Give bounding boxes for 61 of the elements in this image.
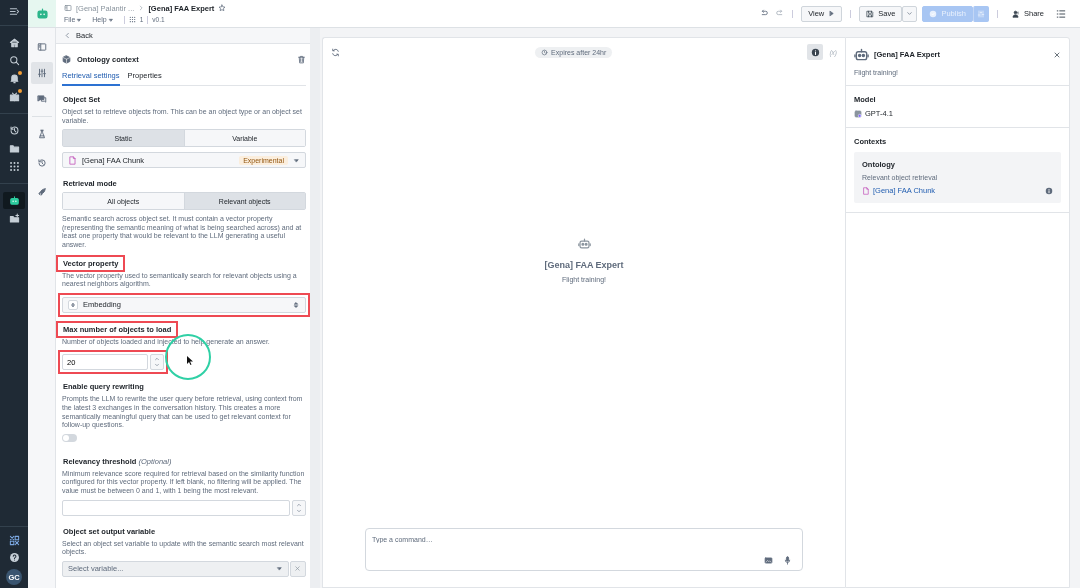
clock-icon bbox=[541, 48, 549, 56]
flask-icon bbox=[36, 129, 47, 139]
sort-icon bbox=[292, 300, 300, 309]
info-icon[interactable] bbox=[1045, 186, 1053, 195]
search-icon bbox=[8, 55, 20, 66]
star-icon[interactable] bbox=[218, 4, 227, 12]
menu-icon[interactable] bbox=[8, 6, 20, 17]
model-chip-icon bbox=[854, 109, 862, 118]
sort-icon bbox=[70, 301, 76, 308]
rocket-icon bbox=[36, 187, 47, 197]
number-input[interactable] bbox=[62, 499, 290, 516]
chevron-up-icon bbox=[296, 501, 302, 508]
image-icon[interactable] bbox=[764, 556, 773, 565]
sliders-icon bbox=[36, 68, 47, 78]
chevron-up-icon bbox=[154, 356, 160, 363]
caret-icon bbox=[293, 156, 300, 164]
apps-icon[interactable] bbox=[8, 535, 20, 546]
info-button[interactable] bbox=[807, 44, 824, 60]
caret-icon bbox=[107, 16, 114, 23]
caret-icon bbox=[906, 10, 914, 17]
sliders-icon bbox=[977, 9, 985, 18]
document-icon bbox=[68, 155, 77, 165]
undo-icon[interactable] bbox=[760, 9, 770, 18]
microphone-icon[interactable] bbox=[783, 556, 792, 565]
play-icon bbox=[828, 10, 836, 17]
cube-icon bbox=[62, 54, 71, 64]
grid-icon bbox=[8, 161, 20, 172]
caret-icon bbox=[76, 16, 83, 23]
scrollbar-track[interactable] bbox=[310, 28, 320, 588]
robot-logo-icon bbox=[35, 7, 49, 20]
list-icon[interactable] bbox=[1056, 8, 1066, 19]
mouse-cursor-icon bbox=[187, 356, 193, 365]
close-icon[interactable] bbox=[1053, 50, 1061, 59]
caret-icon bbox=[276, 565, 283, 573]
document-icon bbox=[862, 186, 870, 195]
chevron-left-icon bbox=[64, 32, 71, 39]
rail-button[interactable] bbox=[3, 192, 25, 209]
save-icon bbox=[866, 9, 875, 18]
chat-icon bbox=[36, 94, 47, 104]
close-icon bbox=[294, 565, 301, 573]
sidebar-icon bbox=[36, 42, 47, 52]
delete-icon[interactable] bbox=[297, 54, 306, 64]
chevron-icon bbox=[138, 5, 145, 11]
info-icon bbox=[810, 47, 820, 57]
chevron-down-icon bbox=[296, 507, 302, 514]
robot-icon bbox=[8, 195, 20, 206]
agent-name: [Gena] FAA Expert bbox=[544, 260, 624, 270]
history-icon bbox=[36, 158, 47, 168]
history-icon bbox=[8, 125, 20, 136]
home-icon bbox=[8, 37, 20, 48]
check-circle-icon bbox=[929, 9, 938, 18]
refresh-icon[interactable] bbox=[331, 47, 340, 57]
bell-icon bbox=[8, 73, 20, 84]
toggle-switch[interactable] bbox=[62, 433, 77, 442]
help-icon[interactable] bbox=[8, 552, 20, 563]
chevron-down-icon bbox=[154, 362, 160, 369]
gift-icon bbox=[8, 91, 20, 102]
person-icon bbox=[1012, 9, 1020, 18]
robot-icon bbox=[577, 237, 591, 250]
robot-icon bbox=[854, 47, 869, 62]
tool-button[interactable] bbox=[30, 62, 53, 84]
